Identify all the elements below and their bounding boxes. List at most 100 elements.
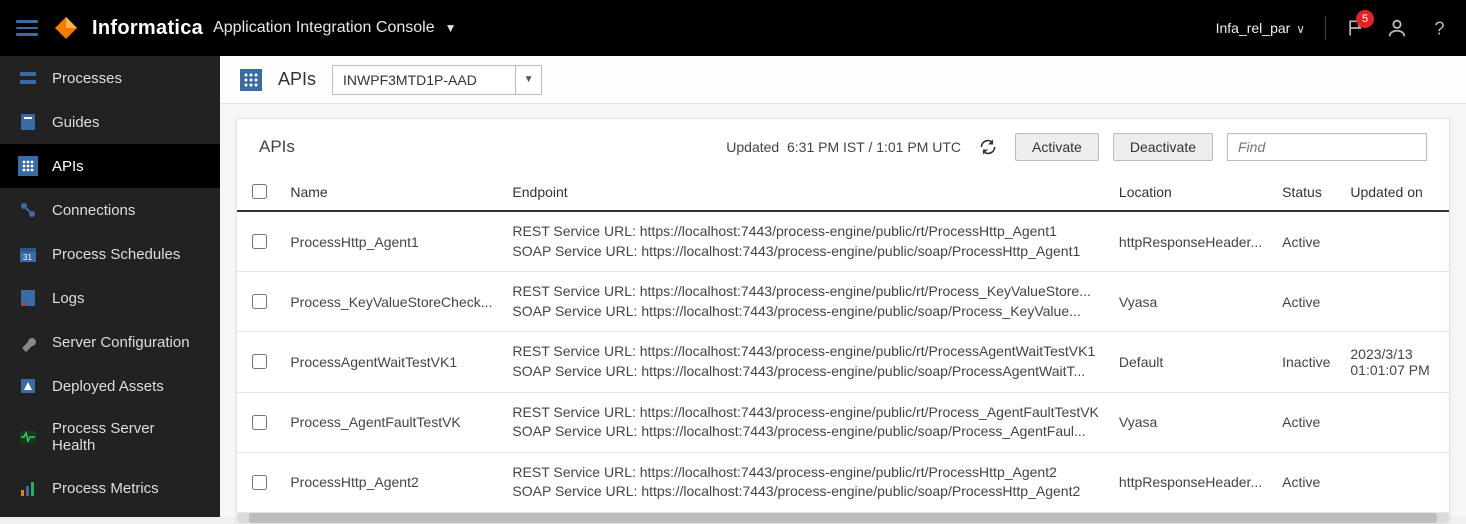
chevron-down-icon: ▼ (515, 66, 541, 94)
notification-badge: 5 (1356, 10, 1374, 28)
cell-location: Vyasa (1119, 294, 1262, 310)
refresh-icon (978, 137, 998, 157)
table-row[interactable]: Process_KeyValueStoreCheck... REST Servic… (237, 272, 1449, 332)
cell-updated (1340, 452, 1449, 512)
apis-icon (18, 156, 38, 176)
apis-table: Name Endpoint Location Status Updated on… (237, 173, 1449, 513)
cell-name: Process_KeyValueStoreCheck... (290, 294, 492, 310)
org-name: Infa_rel_par (1216, 20, 1291, 36)
row-checkbox[interactable] (252, 475, 267, 490)
refresh-button[interactable] (975, 134, 1001, 160)
cell-endpoint: REST Service URL: https://localhost:7443… (502, 392, 1108, 452)
sidebar-item-label: Deployed Assets (52, 378, 164, 395)
product-name: Application Integration Console (213, 19, 434, 37)
cell-location: Default (1119, 354, 1262, 370)
help-icon: ? (1428, 17, 1450, 39)
cell-location: httpResponseHeader... (1119, 234, 1262, 250)
sidebar-item-label: Process Server Health (52, 420, 202, 454)
topbar: Informatica Application Integration Cons… (0, 0, 1466, 56)
cell-name: ProcessAgentWaitTestVK1 (290, 354, 492, 370)
svg-text:31: 31 (23, 253, 32, 262)
sidebar: Processes Guides APIs Connections 31 Process … (0, 56, 220, 517)
help-button[interactable]: ? (1428, 17, 1450, 39)
sidebar-item-schedules[interactable]: 31 Process Schedules (0, 232, 220, 276)
heartbeat-icon (18, 427, 38, 447)
cell-name: ProcessHttp_Agent1 (290, 234, 492, 250)
calendar-icon: 31 (18, 244, 38, 264)
cell-name: ProcessHttp_Agent2 (290, 474, 492, 490)
cell-endpoint: REST Service URL: https://localhost:7443… (502, 452, 1108, 512)
table-row[interactable]: ProcessHttp_Agent2 REST Service URL: http… (237, 452, 1449, 512)
cell-location: httpResponseHeader... (1119, 474, 1262, 490)
logs-icon (18, 288, 38, 308)
sidebar-item-label: Guides (52, 114, 100, 131)
table-row[interactable]: ProcessHttp_Agent1 REST Service URL: http… (237, 211, 1449, 272)
sidebar-item-serverconfig[interactable]: Server Configuration (0, 320, 220, 364)
cell-status: Inactive (1272, 332, 1340, 392)
notifications-button[interactable]: 5 (1346, 18, 1366, 38)
row-checkbox[interactable] (252, 354, 267, 369)
activate-button[interactable]: Activate (1015, 133, 1099, 161)
assets-icon (18, 376, 38, 396)
find-input[interactable] (1227, 133, 1427, 161)
hamburger-icon[interactable] (16, 20, 38, 36)
sidebar-item-label: Processes (52, 70, 122, 87)
sidebar-item-label: Process Schedules (52, 246, 180, 263)
cell-status: Active (1272, 392, 1340, 452)
row-checkbox[interactable] (252, 294, 267, 309)
connections-icon (18, 200, 38, 220)
table-row[interactable]: ProcessAgentWaitTestVK1 REST Service URL:… (237, 332, 1449, 392)
cell-updated (1340, 211, 1449, 272)
server-select[interactable]: INWPF3MTD1P-AAD ▼ (332, 65, 542, 95)
col-header-name[interactable]: Name (280, 173, 502, 211)
deactivate-button[interactable]: Deactivate (1113, 133, 1213, 161)
sidebar-item-processes[interactable]: Processes (0, 56, 220, 100)
cell-status: Active (1272, 452, 1340, 512)
cell-endpoint: REST Service URL: https://localhost:7443… (502, 332, 1108, 392)
row-checkbox[interactable] (252, 234, 267, 249)
sidebar-item-apis[interactable]: APIs (0, 144, 220, 188)
user-button[interactable] (1386, 17, 1408, 39)
apis-icon (240, 69, 262, 91)
cell-endpoint: REST Service URL: https://localhost:7443… (502, 272, 1108, 332)
panel-title: APIs (259, 137, 295, 157)
sidebar-item-deployed[interactable]: Deployed Assets (0, 364, 220, 408)
sidebar-item-logs[interactable]: Logs (0, 276, 220, 320)
main: APIs INWPF3MTD1P-AAD ▼ APIs Updated 6:31… (220, 56, 1466, 517)
col-header-updated[interactable]: Updated on (1340, 173, 1449, 211)
sidebar-item-connections[interactable]: Connections (0, 188, 220, 232)
horizontal-scrollbar[interactable] (237, 513, 1449, 523)
updated-label: Updated 6:31 PM IST / 1:01 PM UTC (726, 139, 961, 155)
chart-icon (18, 478, 38, 498)
divider (1325, 16, 1326, 40)
sidebar-item-label: Connections (52, 202, 135, 219)
chevron-down-icon[interactable]: ▼ (445, 21, 457, 35)
table-row[interactable]: Process_AgentFaultTestVKREST Service URL… (237, 392, 1449, 452)
server-select-value: INWPF3MTD1P-AAD (333, 72, 515, 88)
row-checkbox[interactable] (252, 415, 267, 430)
cell-status: Active (1272, 272, 1340, 332)
cell-status: Active (1272, 211, 1340, 272)
col-header-location[interactable]: Location (1109, 173, 1272, 211)
col-header-status[interactable]: Status (1272, 173, 1340, 211)
sidebar-item-guides[interactable]: Guides (0, 100, 220, 144)
sidebar-item-label: Server Configuration (52, 334, 190, 351)
select-all-checkbox[interactable] (252, 184, 267, 199)
col-header-endpoint[interactable]: Endpoint (502, 173, 1108, 211)
svg-text:?: ? (1434, 17, 1444, 38)
page-title: APIs (278, 69, 316, 90)
processes-icon (18, 68, 38, 88)
sidebar-item-label: APIs (52, 158, 84, 175)
toolstrip: APIs INWPF3MTD1P-AAD ▼ (220, 56, 1466, 104)
sidebar-item-metrics[interactable]: Process Metrics (0, 466, 220, 510)
apis-panel: APIs Updated 6:31 PM IST / 1:01 PM UTC A… (236, 118, 1450, 524)
org-switcher[interactable]: Infa_rel_par ∨ (1216, 20, 1305, 36)
guides-icon (18, 112, 38, 132)
sidebar-item-health[interactable]: Process Server Health (0, 408, 220, 466)
cell-updated: 2023/3/13 01:01:07 PM (1340, 332, 1449, 392)
sidebar-item-label: Logs (52, 290, 85, 307)
cell-location: Vyasa (1119, 414, 1262, 430)
cell-endpoint: REST Service URL: https://localhost:7443… (502, 211, 1108, 272)
chevron-down-icon: ∨ (1296, 22, 1305, 36)
sidebar-item-label: Process Metrics (52, 480, 159, 497)
